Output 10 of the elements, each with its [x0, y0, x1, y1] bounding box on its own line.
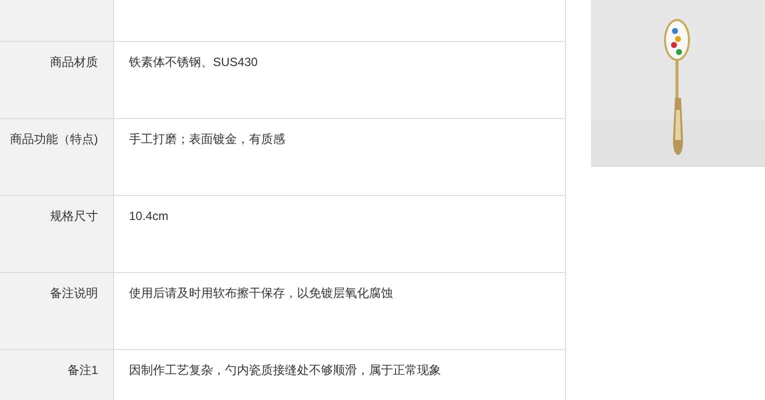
table-cell-text: 10.4cm — [128, 208, 170, 225]
table-cell-text: 手工打磨；表面镀金，有质感 — [128, 131, 286, 148]
table-header-cell: 规格尺寸 — [0, 196, 114, 272]
table-header-cell: 备注说明 — [0, 273, 114, 349]
table-header-cell: 备注1 — [0, 350, 114, 400]
table-header-cell: 商品材质 — [0, 42, 114, 118]
table-header-cell: 商品功能（特点) — [0, 119, 114, 195]
table-cell-text: 因制作工艺复杂，勺内瓷质接缝处不够顺滑，属于正常现象 — [128, 362, 442, 379]
table-cell-text: 铁素体不锈钢、SUS430 — [128, 54, 259, 71]
table-cell-text: 使用后请及时用软布擦干保存，以免镀层氧化腐蚀 — [128, 285, 394, 302]
